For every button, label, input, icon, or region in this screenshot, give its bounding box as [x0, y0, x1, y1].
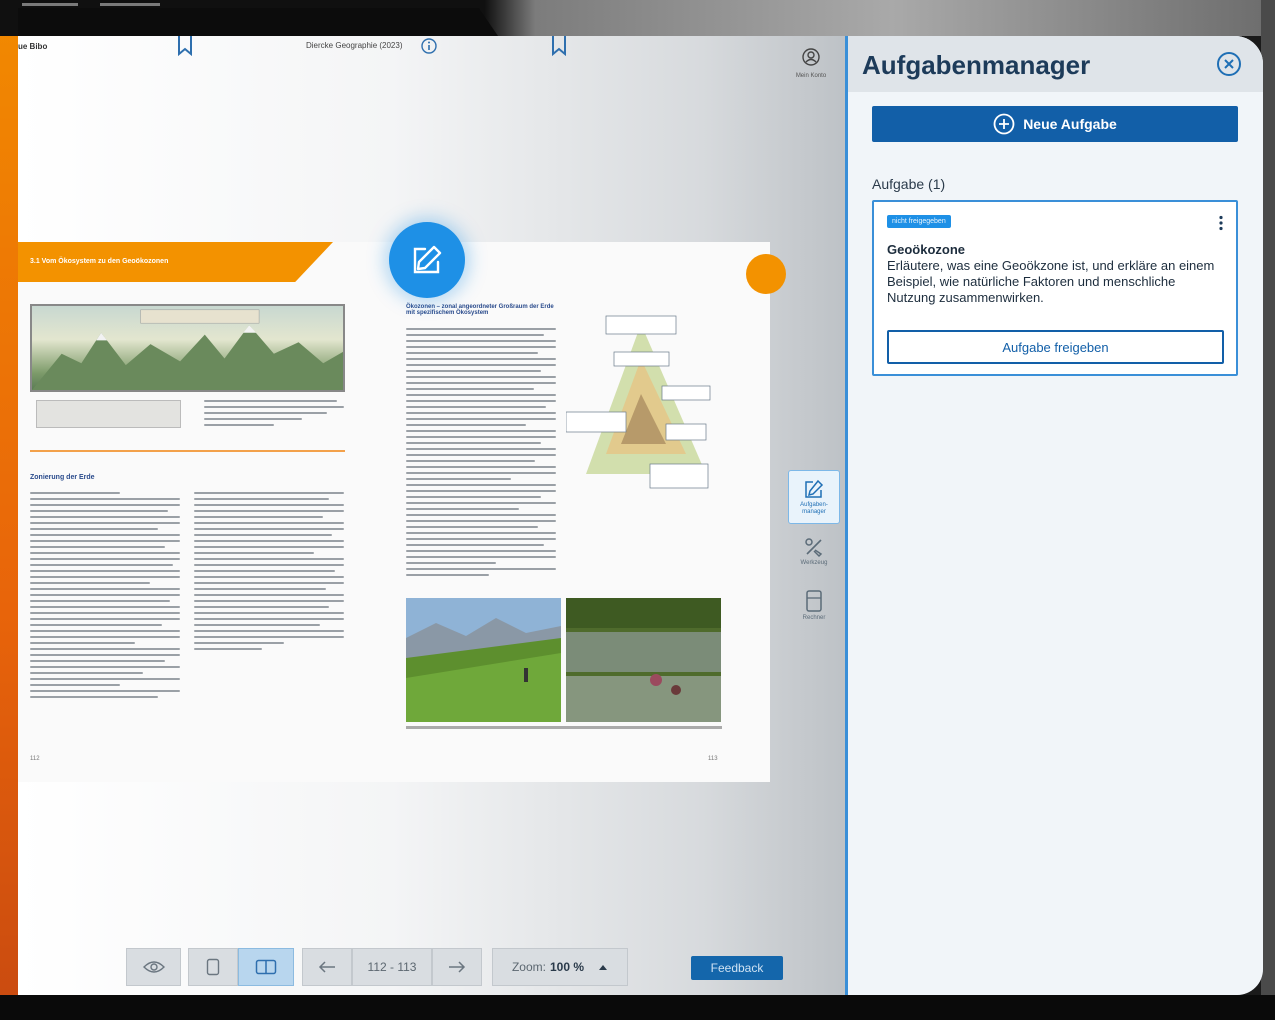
text-column-3 — [406, 328, 556, 580]
task-manager-panel: Aufgabenmanager Neue Aufgabe Aufgabe (1)… — [845, 36, 1263, 995]
zoom-select[interactable]: Zoom: 100 % — [492, 948, 628, 986]
arrow-left-icon — [318, 961, 335, 973]
book-open-icon — [255, 959, 277, 975]
previous-page-button[interactable] — [302, 948, 352, 986]
panel-header: Aufgabenmanager — [848, 36, 1263, 92]
tablet-bezel-bottom — [0, 995, 1275, 1020]
book-title: Diercke Geographie (2023) — [306, 41, 403, 50]
figure-caption — [204, 400, 344, 434]
chapter-tab-marker — [746, 254, 786, 294]
double-page-button[interactable] — [238, 948, 294, 986]
task-description: Erläutere, was eine Geoökzone ist, und e… — [887, 258, 1215, 305]
task-count-label: Aufgabe (1) — [872, 176, 946, 192]
bookmark-icon[interactable] — [176, 36, 194, 56]
page-number-right: 113 — [708, 756, 718, 762]
rice-field-photo — [566, 598, 721, 722]
status-badge: nicht freigegeben — [887, 215, 951, 228]
account-label: Mein Konto — [795, 73, 827, 79]
calculator-icon — [806, 589, 822, 612]
mountain-illustration — [30, 304, 345, 392]
bookmark-icon[interactable] — [550, 36, 568, 56]
tool-calculator[interactable]: Rechner — [788, 578, 840, 632]
close-icon[interactable] — [1215, 50, 1243, 78]
ecosystem-diagram — [565, 304, 716, 494]
more-options-icon[interactable] — [1218, 215, 1224, 231]
page-number-left: 112 — [30, 756, 40, 762]
text-column-1 — [30, 492, 180, 702]
tablet-bezel-right — [1261, 0, 1275, 1020]
new-task-button[interactable]: Neue Aufgabe — [872, 106, 1238, 142]
arrow-right-icon — [449, 961, 466, 973]
user-icon — [802, 48, 820, 66]
book-spread[interactable]: 3.1 Vom Ökosystem zu den Geoökozonen Zon… — [18, 242, 786, 782]
panel-title: Aufgabenmanager — [862, 50, 1091, 80]
reader-topbar: ue Bibo Diercke Geographie (2023) Mein K… — [18, 36, 845, 96]
tool-tools[interactable]: Werkzeug — [788, 524, 840, 578]
section-heading: Zonierung der Erde — [30, 474, 95, 481]
release-task-button[interactable]: Aufgabe freigeben — [887, 330, 1224, 364]
feedback-button[interactable]: Feedback — [691, 956, 783, 980]
next-page-button[interactable] — [432, 948, 482, 986]
add-task-fab[interactable] — [389, 222, 465, 298]
single-page-button[interactable] — [188, 948, 238, 986]
chapter-banner: 3.1 Vom Ökosystem zu den Geoökozonen — [18, 242, 333, 282]
info-icon[interactable] — [421, 38, 437, 54]
plus-circle-icon — [993, 113, 1015, 135]
page-range-indicator[interactable]: 112 - 113 — [352, 948, 432, 986]
library-link[interactable]: ue Bibo — [18, 42, 47, 51]
view-toggle-button[interactable] — [126, 948, 181, 986]
text-column-2 — [194, 492, 344, 654]
eye-icon — [142, 961, 165, 973]
task-title: Geoökozone — [887, 242, 966, 257]
account-button[interactable]: Mein Konto — [786, 48, 836, 79]
historic-sketch-image — [36, 400, 181, 428]
reader-toolstrip: Aufgaben- manager Werkzeug Rechner — [788, 470, 840, 632]
tool-task-manager[interactable]: Aufgaben- manager — [788, 470, 840, 524]
single-page-icon — [206, 958, 220, 976]
caret-up-icon — [599, 965, 608, 970]
edit-icon — [413, 245, 442, 274]
mountain-meadow-photo — [406, 598, 561, 722]
tablet-device: ue Bibo Diercke Geographie (2023) Mein K… — [0, 0, 1275, 1020]
section-heading-right: Ökozonen – zonal angeordneter Großraum d… — [406, 304, 554, 316]
reader-bottom-bar: 112 - 113 Zoom: 100 % Feedback — [126, 948, 786, 988]
tools-icon — [805, 537, 823, 557]
pencil-square-icon — [805, 479, 824, 498]
reader-screen: ue Bibo Diercke Geographie (2023) Mein K… — [18, 36, 1263, 995]
task-card[interactable]: nicht freigegeben Geoökozone Erläutere, … — [872, 200, 1238, 376]
